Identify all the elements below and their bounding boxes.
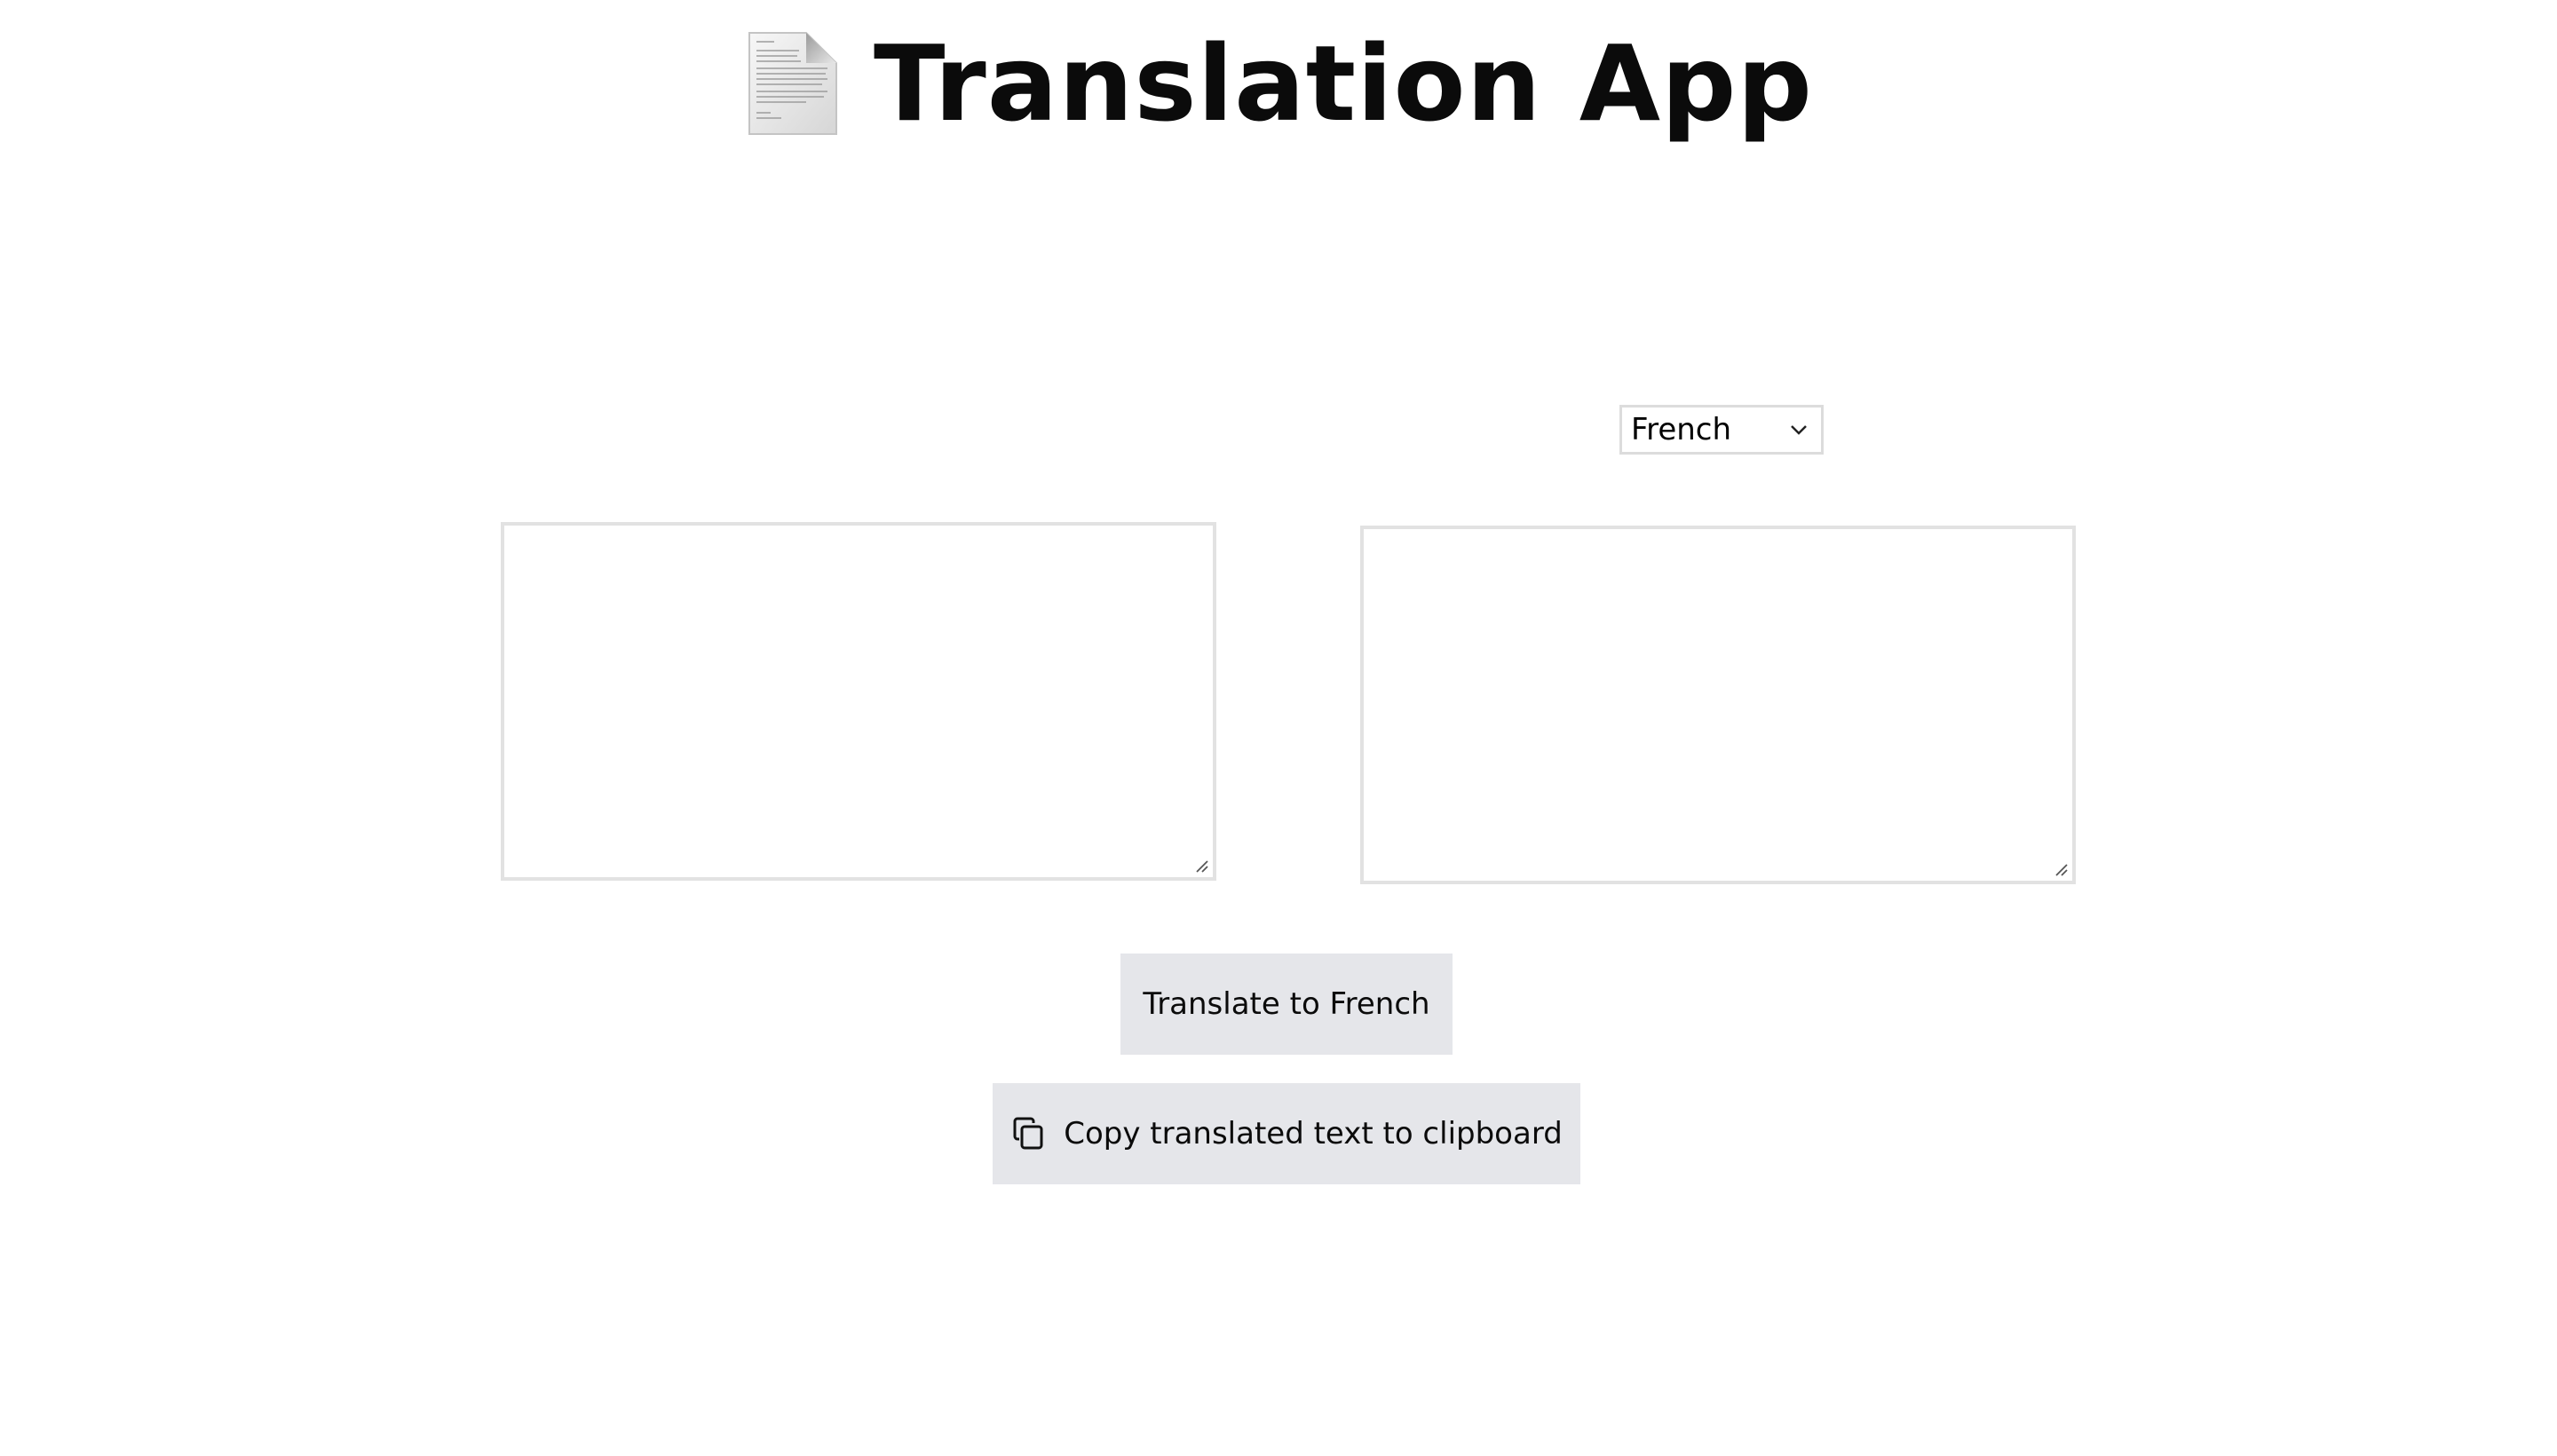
resize-grip-icon[interactable] [2053,861,2069,877]
copy-icon [1013,1117,1043,1150]
translate-button[interactable]: Translate to French [1120,954,1453,1055]
translated-text-output[interactable] [1360,526,2076,884]
chevron-down-icon [1791,425,1807,435]
source-text-input[interactable] [501,522,1216,881]
language-select-value: French [1631,412,1732,447]
translate-button-label: Translate to French [1143,986,1430,1022]
copy-button-label: Copy translated text to clipboard [1064,1116,1563,1151]
page-title: Translation App [874,22,1813,145]
app-header: Translation App [0,12,2557,154]
document-icon [748,32,838,135]
resize-grip-icon[interactable] [1193,858,1209,874]
copy-to-clipboard-button[interactable]: Copy translated text to clipboard [993,1083,1580,1184]
language-select[interactable]: French [1619,405,1824,455]
